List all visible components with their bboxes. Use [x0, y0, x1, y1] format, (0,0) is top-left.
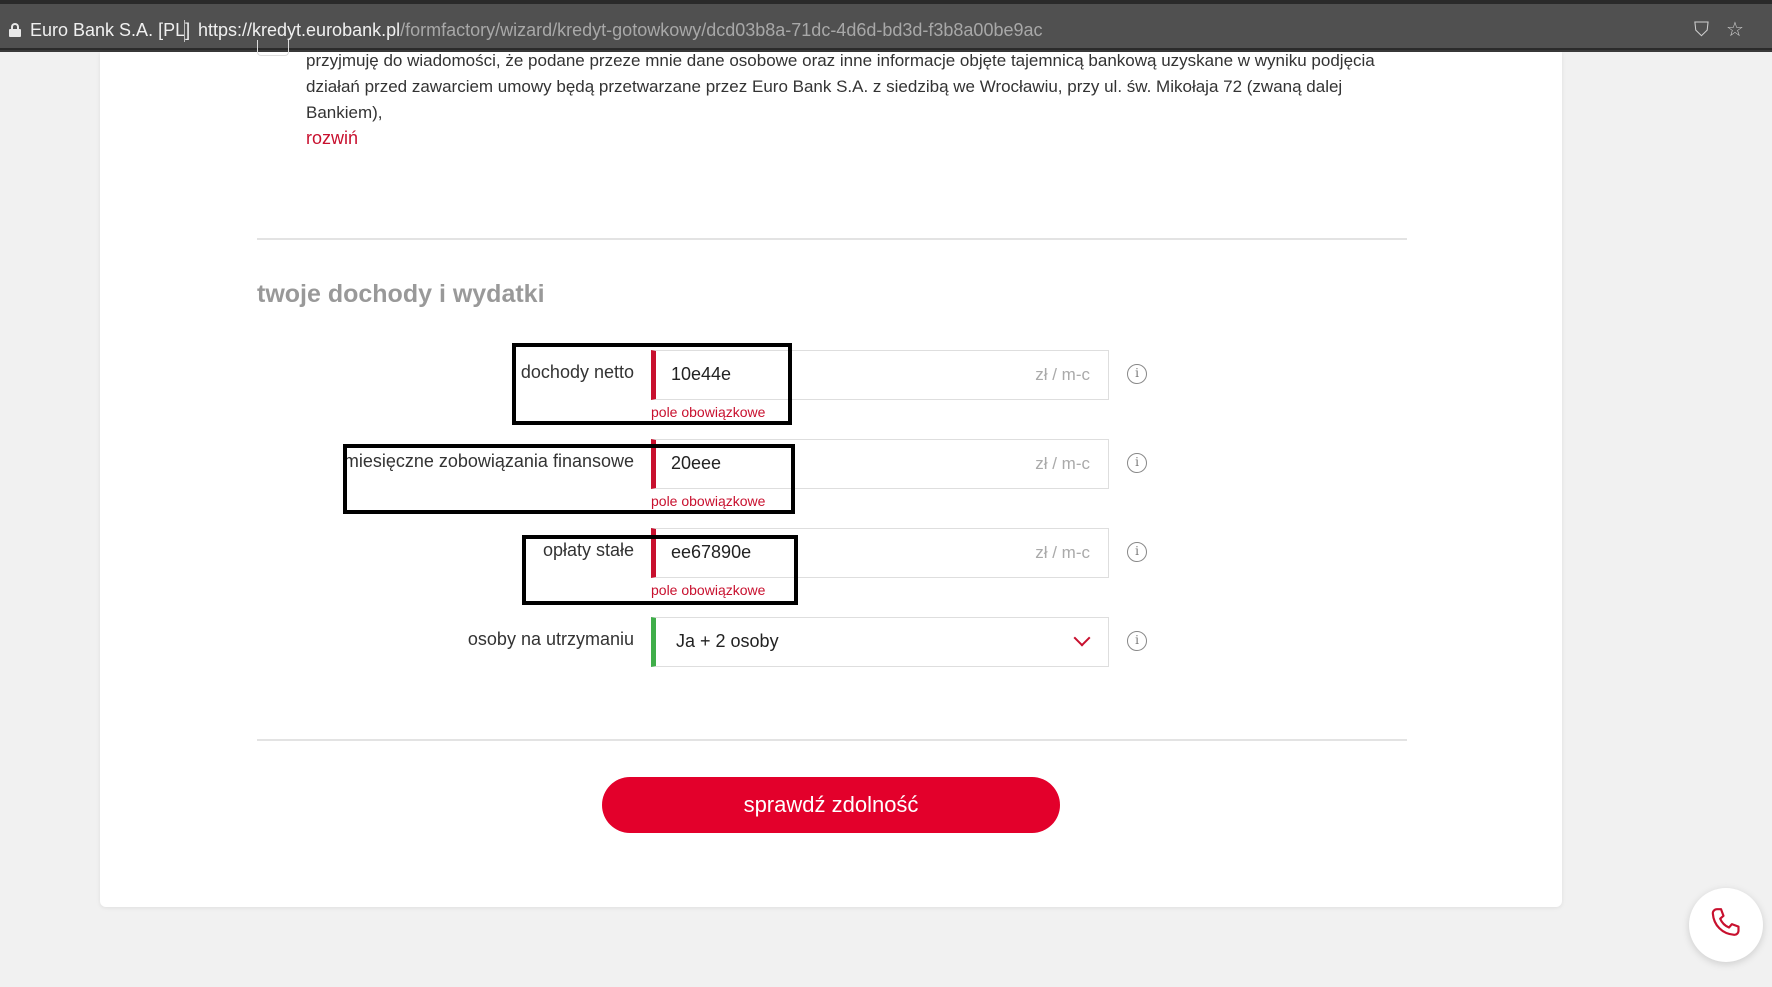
url-text[interactable]: https://kredyt.eurobank.pl/formfactory/w… [198, 20, 1043, 41]
call-button[interactable] [1689, 888, 1763, 962]
expand-link[interactable]: rozwiń [306, 128, 358, 149]
form-row-monthly-obligations: miesięczne zobowiązania finansowe 20eee … [0, 439, 1772, 519]
unit-suffix: zł / m-c [1035, 454, 1090, 473]
annotation-box [343, 444, 795, 514]
lock-icon [9, 23, 21, 37]
section-divider [257, 238, 1407, 240]
section-divider [257, 739, 1407, 741]
shield-icon[interactable]: ⛉ [1694, 19, 1709, 41]
info-icon[interactable]: i [1127, 453, 1147, 473]
address-separator [184, 20, 185, 42]
bookmark-star-icon[interactable]: ☆ [1726, 19, 1744, 41]
annotation-box [522, 535, 798, 605]
info-icon[interactable]: i [1127, 364, 1147, 384]
form-row-dependents: osoby na utrzymaniu Ja + 2 osoby i [0, 617, 1772, 697]
site-identity[interactable]: Euro Bank S.A. [PL] [30, 20, 190, 41]
check-capacity-button[interactable]: sprawdź zdolność [602, 777, 1060, 833]
chevron-down-icon [1073, 629, 1091, 647]
field-label: osoby na utrzymaniu [467, 629, 634, 649]
unit-suffix: zł / m-c [1035, 543, 1090, 562]
selected-value: Ja + 2 osoby [676, 631, 779, 651]
annotation-box [512, 343, 792, 425]
consent-checkbox[interactable] [257, 40, 289, 56]
section-title: twoje dochody i wydatki [257, 280, 545, 308]
info-icon[interactable]: i [1127, 542, 1147, 562]
form-row-fixed-fees: opłaty stałe ee67890e zł / m-c pole obow… [0, 528, 1772, 608]
phone-icon [1711, 908, 1740, 936]
form-row-net-income: dochody netto 10e44e zł / m-c pole obowi… [0, 350, 1772, 430]
dependents-select[interactable]: Ja + 2 osoby [651, 617, 1109, 667]
unit-suffix: zł / m-c [1035, 365, 1090, 384]
info-icon[interactable]: i [1127, 631, 1147, 651]
consent-text: przyjmuję do wiadomości, że podane przez… [306, 51, 1375, 122]
